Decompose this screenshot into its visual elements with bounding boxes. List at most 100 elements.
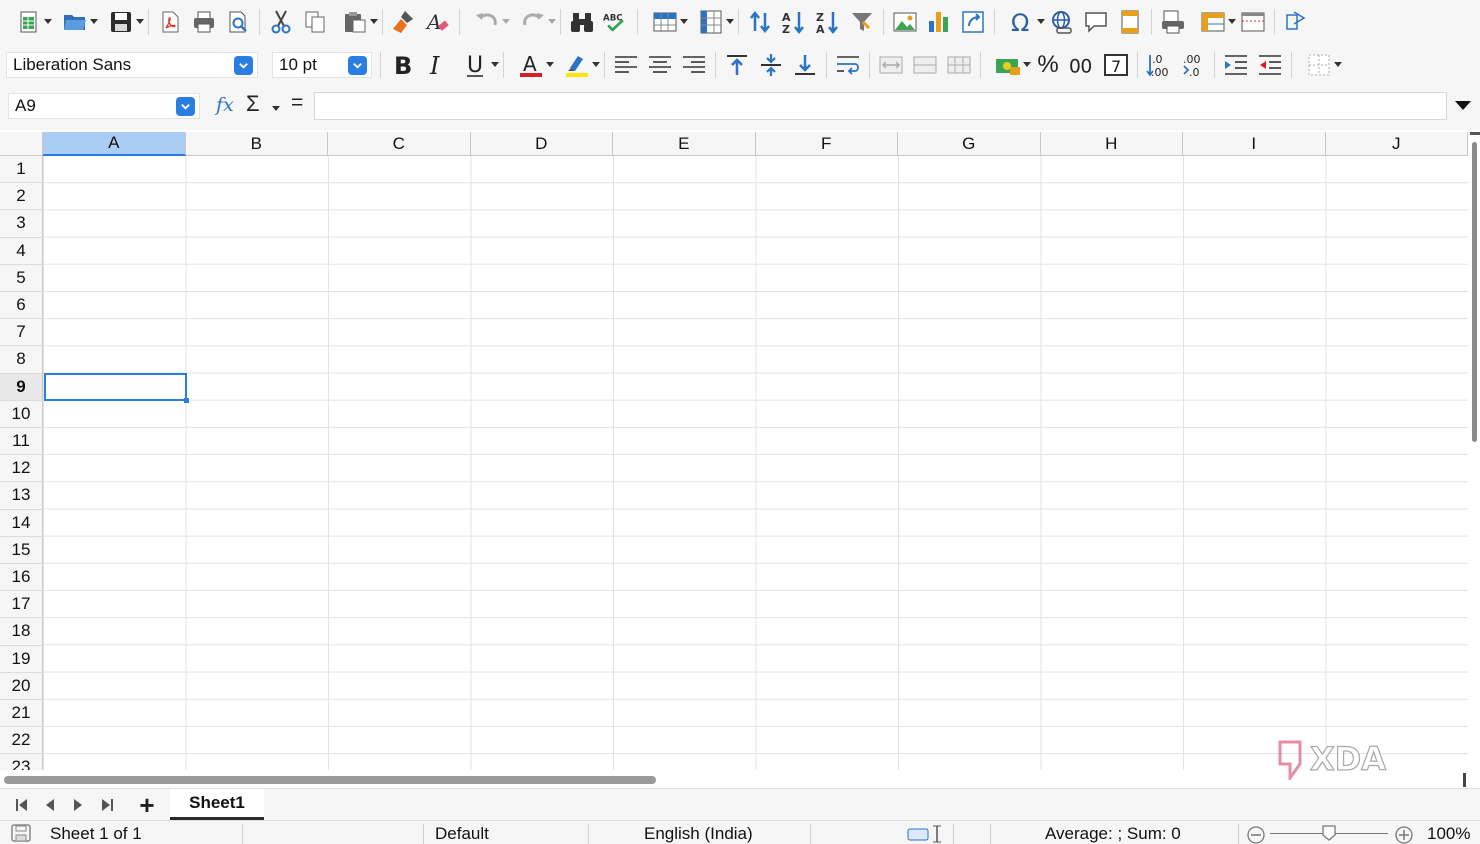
sort-ascending-button[interactable]: AZ xyxy=(777,6,811,38)
spelling-button[interactable]: ABC xyxy=(599,6,633,38)
print-preview-button[interactable] xyxy=(221,6,255,38)
last-sheet-button[interactable] xyxy=(97,796,117,814)
column-header-h[interactable]: H xyxy=(1040,132,1183,156)
row-header-8[interactable]: 8 xyxy=(0,346,43,374)
wrap-text-button[interactable] xyxy=(831,49,865,81)
align-center-button[interactable] xyxy=(643,49,677,81)
date-format-button[interactable]: 7 xyxy=(1099,49,1133,81)
select-all-corner[interactable] xyxy=(0,132,43,156)
column-header-a[interactable]: A xyxy=(43,132,186,156)
redo-button[interactable] xyxy=(510,6,556,38)
column-header-c[interactable]: C xyxy=(328,132,471,156)
special-character-button[interactable]: Ω xyxy=(999,6,1045,38)
row-header-21[interactable]: 21 xyxy=(0,700,43,728)
expand-formula-bar-icon[interactable] xyxy=(1455,101,1471,110)
save-button[interactable] xyxy=(98,6,144,38)
insert-image-button[interactable] xyxy=(888,6,922,38)
merge-cells-button[interactable] xyxy=(908,49,942,81)
export-pdf-button[interactable] xyxy=(153,6,187,38)
font-name-dropdown-button[interactable] xyxy=(234,56,253,75)
first-sheet-button[interactable] xyxy=(12,796,32,814)
row-header-11[interactable]: 11 xyxy=(0,428,43,456)
decrease-indent-button[interactable] xyxy=(1253,49,1287,81)
autofill-handle[interactable] xyxy=(184,398,189,403)
pivot-table-button[interactable] xyxy=(956,6,990,38)
borders-button[interactable] xyxy=(1296,49,1342,81)
previous-sheet-button[interactable] xyxy=(40,796,60,814)
center-vertically-button[interactable] xyxy=(754,49,788,81)
selection-mode-icon[interactable] xyxy=(906,825,946,843)
freeze-rows-columns-button[interactable] xyxy=(1190,6,1236,38)
column-header-j[interactable]: J xyxy=(1325,132,1468,156)
function-wizard-button[interactable]: fx xyxy=(216,94,234,116)
row-button[interactable] xyxy=(642,6,688,38)
row-header-3[interactable]: 3 xyxy=(0,210,43,238)
row-header-18[interactable]: 18 xyxy=(0,618,43,646)
insert-chart-button[interactable] xyxy=(922,6,956,38)
autofilter-button[interactable] xyxy=(845,6,879,38)
cell-cursor-a9[interactable] xyxy=(44,373,189,403)
percent-format-button[interactable]: % xyxy=(1031,49,1065,81)
italic-button[interactable]: I xyxy=(419,49,453,81)
row-header-19[interactable]: 19 xyxy=(0,645,43,673)
column-button[interactable] xyxy=(688,6,734,38)
comment-button[interactable] xyxy=(1079,6,1113,38)
column-header-e[interactable]: E xyxy=(613,132,756,156)
split-handle[interactable] xyxy=(1470,132,1480,135)
sort-button[interactable] xyxy=(743,6,777,38)
row-header-22[interactable]: 22 xyxy=(0,727,43,755)
row-header-12[interactable]: 12 xyxy=(0,455,43,483)
chevron-down-icon[interactable] xyxy=(272,106,280,111)
sidebar-toggle-button[interactable] xyxy=(1279,6,1313,38)
row-header-9[interactable]: 9 xyxy=(0,373,43,401)
row-header-16[interactable]: 16 xyxy=(0,564,43,592)
row-header-2[interactable]: 2 xyxy=(0,183,43,211)
increase-indent-button[interactable] xyxy=(1219,49,1253,81)
cell-area[interactable] xyxy=(43,156,1468,770)
column-header-f[interactable]: F xyxy=(755,132,898,156)
font-size-box[interactable]: 10 pt xyxy=(272,52,372,78)
new-document-button[interactable] xyxy=(6,6,52,38)
vertical-scroll-thumb[interactable] xyxy=(1472,142,1477,442)
undo-button[interactable] xyxy=(464,6,510,38)
sheet-tab[interactable]: Sheet1 xyxy=(170,789,264,820)
hyperlink-button[interactable] xyxy=(1045,6,1079,38)
split-window-button[interactable] xyxy=(1236,6,1270,38)
headers-footers-button[interactable] xyxy=(1113,6,1147,38)
clear-formatting-button[interactable]: A xyxy=(421,6,455,38)
add-sheet-button[interactable]: + xyxy=(135,792,159,818)
column-header-g[interactable]: G xyxy=(898,132,1041,156)
font-color-button[interactable]: A xyxy=(508,49,554,81)
delete-decimal-place-button[interactable]: .00.0 xyxy=(1176,49,1210,81)
select-function-button[interactable]: Σ xyxy=(246,91,260,117)
formula-input[interactable] xyxy=(314,92,1447,120)
row-header-5[interactable]: 5 xyxy=(0,264,43,292)
unmerge-cells-button[interactable] xyxy=(942,49,976,81)
next-sheet-button[interactable] xyxy=(68,796,88,814)
add-decimal-place-button[interactable]: .0.00 xyxy=(1142,49,1176,81)
row-header-15[interactable]: 15 xyxy=(0,536,43,564)
language-label[interactable]: English (India) xyxy=(644,824,753,844)
align-right-button[interactable] xyxy=(677,49,711,81)
number-format-button[interactable]: 00 xyxy=(1065,49,1099,81)
paste-button[interactable] xyxy=(332,6,378,38)
row-header-23[interactable]: 23 xyxy=(0,754,43,770)
merge-center-button[interactable] xyxy=(874,49,908,81)
align-bottom-button[interactable] xyxy=(788,49,822,81)
find-replace-button[interactable] xyxy=(565,6,599,38)
zoom-out-icon[interactable] xyxy=(1246,825,1266,844)
row-header-14[interactable]: 14 xyxy=(0,509,43,537)
zoom-slider-knob[interactable] xyxy=(1322,825,1336,841)
cut-button[interactable] xyxy=(264,6,298,38)
define-print-area-button[interactable] xyxy=(1156,6,1190,38)
bold-button[interactable]: B xyxy=(385,49,419,81)
name-box[interactable]: A9 xyxy=(8,93,200,119)
print-button[interactable] xyxy=(187,6,221,38)
sort-descending-button[interactable]: ZA xyxy=(811,6,845,38)
spreadsheet-grid[interactable]: ABCDEFGHIJ 1 2 3 4 5 6 7 8 9 10 11 12 13 14 15 16 17 18 19… xyxy=(0,130,1468,770)
vertical-scrollbar[interactable] xyxy=(1468,130,1480,772)
row-header-1[interactable]: 1 xyxy=(0,156,43,184)
row-header-10[interactable]: 10 xyxy=(0,400,43,428)
row-header-17[interactable]: 17 xyxy=(0,591,43,619)
sheet-position-label[interactable]: Sheet 1 of 1 xyxy=(50,824,142,844)
